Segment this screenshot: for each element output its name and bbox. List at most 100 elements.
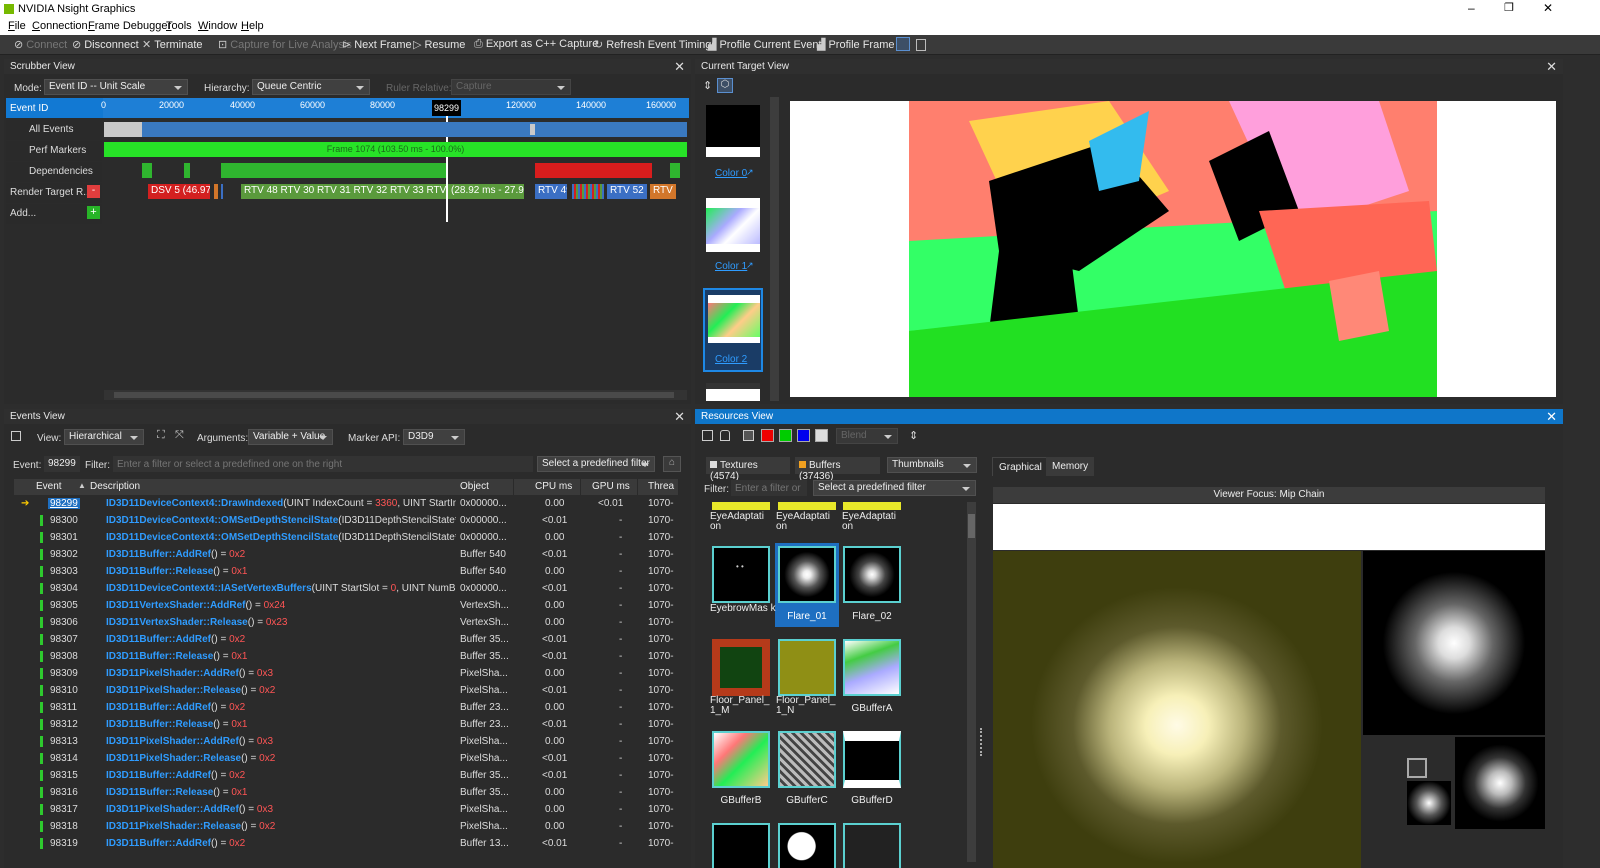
target-thumb-scrollbar[interactable] xyxy=(770,97,779,401)
texture-thumb-flare02[interactable] xyxy=(843,546,901,603)
table-row[interactable]: 98311 ID3D11Buffer::AddRef() = 0x2 Buffer … xyxy=(14,699,679,716)
red-channel-button[interactable] xyxy=(761,429,774,442)
connect-button[interactable]: ⊘ Connect xyxy=(14,38,67,51)
memory-tab[interactable]: Memory xyxy=(1046,457,1095,476)
target-thumb-color1[interactable] xyxy=(706,198,760,252)
table-row[interactable]: 98304 ID3D11DeviceContext4::IASetVertexBu… xyxy=(14,580,679,597)
texture-thumb-floor-m[interactable] xyxy=(712,639,770,696)
tag-icon[interactable]: ⌂ xyxy=(663,456,681,472)
layout-icon[interactable] xyxy=(896,37,910,51)
rt-segment-timing[interactable]: (28.92 ms - 27.9% xyxy=(448,184,524,199)
swap-icon[interactable]: ⇕ xyxy=(703,79,712,92)
table-row[interactable]: 98315 ID3D11Buffer::AddRef() = 0x2 Buffer … xyxy=(14,767,679,784)
resume-button[interactable]: ▷ Resume xyxy=(413,38,465,51)
save-icon[interactable] xyxy=(743,430,754,441)
menu-frame-debugger[interactable]: Frame Debugger xyxy=(88,20,171,32)
texture-thumb-gbuffera[interactable] xyxy=(843,639,901,696)
cursor-badge[interactable]: 98299 xyxy=(432,100,461,116)
splitter-handle[interactable] xyxy=(980,728,983,756)
texture-thumb-gbufferc[interactable] xyxy=(778,731,836,788)
texture-thumb[interactable] xyxy=(778,502,836,510)
close-window-button[interactable]: ✕ xyxy=(1543,1,1553,15)
all-events-track[interactable] xyxy=(104,122,687,137)
menu-window[interactable]: Window xyxy=(198,20,237,32)
menu-connection[interactable]: Connection xyxy=(32,20,88,32)
view-select[interactable]: Hierarchical xyxy=(64,429,144,445)
lock-icon[interactable] xyxy=(720,430,730,441)
blend-select[interactable]: Blend xyxy=(836,428,898,444)
table-row[interactable]: 98305 ID3D11VertexShader::AddRef() = 0x24… xyxy=(14,597,679,614)
rt-segment-rtv[interactable]: RTV 48 RTV 30 RTV 31 RTV 32 RTV 33 RTV 3… xyxy=(241,184,446,199)
resources-filter-input[interactable] xyxy=(731,480,807,496)
table-row[interactable]: 98318 ID3D11PixelShader::Release() = 0x2 P… xyxy=(14,818,679,835)
scrubber-hscrollbar[interactable] xyxy=(104,390,687,400)
profile-event-button[interactable]: ▟ Profile Current Event xyxy=(708,38,822,51)
table-row[interactable]: ➔ 98299 ID3D11DeviceContext4::DrawIndexed(… xyxy=(14,495,679,512)
perf-marker-bar[interactable]: Frame 1074 (103.50 ms - 100.0%) xyxy=(104,142,687,157)
mode-select[interactable]: Event ID -- Unit Scale xyxy=(44,79,188,95)
menu-help[interactable]: Help xyxy=(241,20,264,32)
target-thumb-label[interactable]: Color 1 xyxy=(715,261,747,272)
predefined-filter-select[interactable]: Select a predefined filter xyxy=(537,456,655,472)
texture-thumb-eyebrow[interactable]: • • xyxy=(712,546,770,603)
mip-level-3[interactable] xyxy=(1407,781,1451,825)
export-cpp-button[interactable]: ⎙ Export as C++ Capture xyxy=(474,38,598,51)
add-row-button[interactable]: + xyxy=(87,206,100,219)
blue-channel-button[interactable] xyxy=(797,429,810,442)
mip-level-1[interactable] xyxy=(1363,551,1545,735)
disconnect-button[interactable]: ⊘ Disconnect xyxy=(72,38,139,51)
col-description[interactable]: Description xyxy=(86,479,460,495)
dependencies-track[interactable] xyxy=(104,163,687,178)
expand-icon[interactable]: ⛶ xyxy=(157,429,165,442)
mip-level-4[interactable] xyxy=(1407,758,1427,778)
rt-segment-rtv49[interactable]: RTV 49 xyxy=(535,184,567,199)
ruler-select[interactable]: Capture xyxy=(451,79,571,95)
table-row[interactable]: 98306 ID3D11VertexShader::Release() = 0x2… xyxy=(14,614,679,631)
cube-icon[interactable]: ⬡ xyxy=(717,78,733,93)
table-row[interactable]: 98319 ID3D11Buffer::AddRef() = 0x2 Buffer … xyxy=(14,835,679,849)
alpha-channel-button[interactable] xyxy=(815,429,828,442)
close-icon[interactable]: ✕ xyxy=(674,59,685,75)
maximize-button[interactable]: ❐ xyxy=(1504,1,1514,14)
table-row[interactable]: 98301 ID3D11DeviceContext4::OMSetDepthSte… xyxy=(14,529,679,546)
arguments-select[interactable]: Variable + Value xyxy=(248,429,333,445)
scrubber-scroll-thumb[interactable] xyxy=(114,392,674,398)
texture-thumb-gbufferb[interactable] xyxy=(712,731,770,788)
texture-thumb[interactable] xyxy=(843,823,901,868)
table-row[interactable]: 98312 ID3D11Buffer::Release() = 0x1 Buffer… xyxy=(14,716,679,733)
target-thumb-label[interactable]: Color 2 xyxy=(715,354,747,365)
next-frame-button[interactable]: ⊳ Next Frame xyxy=(342,38,412,51)
col-gpu[interactable]: GPU ms xyxy=(588,479,638,495)
close-icon[interactable]: ✕ xyxy=(674,409,685,425)
remove-row-button[interactable]: - xyxy=(87,185,100,198)
table-row[interactable]: 98317 ID3D11PixelShader::AddRef() = 0x3 Pi… xyxy=(14,801,679,818)
texture-thumb[interactable] xyxy=(843,502,901,510)
close-icon[interactable]: ✕ xyxy=(1546,409,1557,425)
col-object[interactable]: Object xyxy=(456,479,514,495)
target-thumb-color0[interactable] xyxy=(706,105,760,157)
texture-scroll-thumb[interactable] xyxy=(968,514,975,538)
table-row[interactable]: 98300 ID3D11DeviceContext4::OMSetDepthSte… xyxy=(14,512,679,529)
close-icon[interactable]: ✕ xyxy=(1546,59,1557,75)
note-icon[interactable] xyxy=(916,39,926,51)
rt-segment-rtv5[interactable]: RTV 5 xyxy=(650,184,676,199)
table-row[interactable]: 98307 ID3D11Buffer::AddRef() = 0x2 Buffer … xyxy=(14,631,679,648)
target-thumb-label[interactable]: Color 0 xyxy=(715,168,747,179)
target-thumb-color3[interactable] xyxy=(706,383,760,401)
table-row[interactable]: 98310 ID3D11PixelShader::Release() = 0x2 P… xyxy=(14,682,679,699)
textures-tab[interactable]: Textures (4574) xyxy=(706,457,790,482)
texture-thumb-flare01[interactable] xyxy=(778,546,836,603)
save-icon[interactable] xyxy=(11,431,21,441)
minimize-button[interactable]: – xyxy=(1468,1,1475,15)
mip-level-0[interactable] xyxy=(993,551,1361,868)
event-id-ruler[interactable]: Event ID 0 20000 40000 60000 80000 12000… xyxy=(6,98,689,118)
texture-thumb[interactable] xyxy=(778,823,836,868)
table-row[interactable]: 98316 ID3D11Buffer::Release() = 0x1 Buffer… xyxy=(14,784,679,801)
texture-thumb[interactable] xyxy=(712,502,770,510)
events-filter-input[interactable] xyxy=(113,456,533,472)
marker-api-select[interactable]: D3D9 xyxy=(403,429,465,445)
render-target-track[interactable]: DSV 5 (46.97 r RTV 48 RTV 30 RTV 31 RTV … xyxy=(104,184,687,199)
checkbox-icon[interactable] xyxy=(710,461,717,468)
capture-live-button[interactable]: ⊡ Capture for Live Analysis xyxy=(218,38,352,51)
green-channel-button[interactable] xyxy=(779,429,792,442)
